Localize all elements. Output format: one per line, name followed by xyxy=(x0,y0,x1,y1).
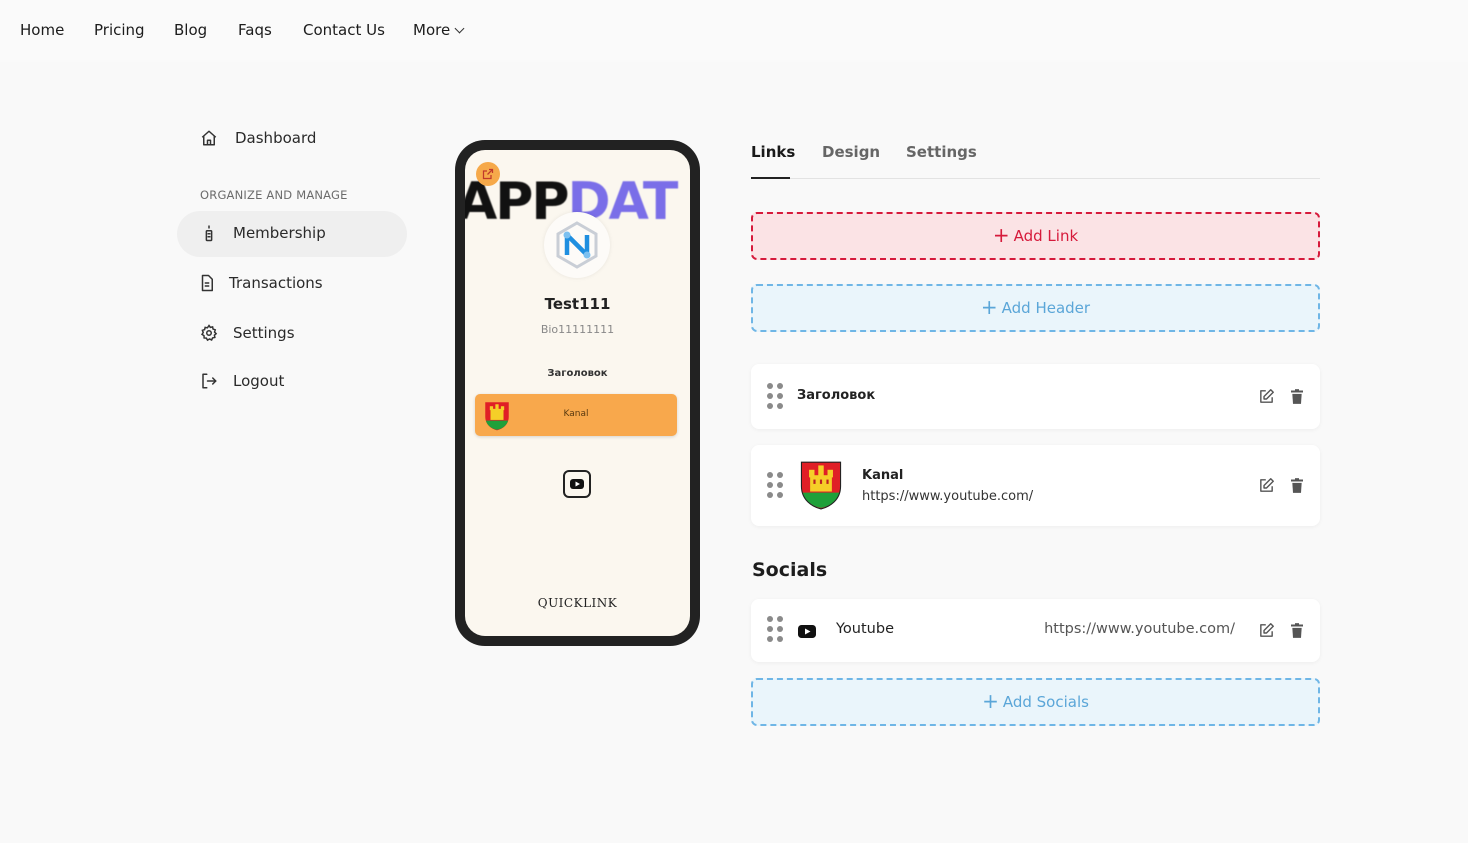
logout-icon xyxy=(202,373,217,389)
nav-blog[interactable]: Blog xyxy=(174,21,207,39)
link-card: Kanal https://www.youtube.com/ xyxy=(751,445,1320,526)
preview-bio: Bio11111111 xyxy=(540,323,615,336)
preview-header: Заголовок xyxy=(547,368,608,379)
youtube-icon xyxy=(798,623,816,642)
sidebar-item-transactions[interactable]: Transactions xyxy=(198,274,323,292)
preview-youtube-icon[interactable] xyxy=(563,470,591,498)
preview-brand-logo: QUICKLINK xyxy=(537,596,618,610)
membership-icon xyxy=(205,225,213,242)
avatar xyxy=(544,212,610,278)
trash-icon[interactable] xyxy=(1287,475,1307,495)
trash-icon[interactable] xyxy=(1287,620,1307,640)
top-nav: Home Pricing Blog Faqs Contact Us More xyxy=(0,0,1468,62)
document-icon xyxy=(201,274,213,292)
sidebar-item-label: Transactions xyxy=(229,274,323,292)
add-socials-label: Add Socials xyxy=(1002,693,1089,711)
socials-title: Socials xyxy=(752,559,828,581)
plus-icon: + xyxy=(992,223,1010,247)
chevron-down-icon xyxy=(454,23,465,34)
sidebar-item-label: Membership xyxy=(233,224,326,242)
social-name: Youtube xyxy=(836,621,894,637)
add-header-label: Add Header xyxy=(1001,299,1091,317)
edit-icon[interactable] xyxy=(1256,620,1276,640)
phone-screen: APPDAT Test111 Bio11111111 Заголовок Kan… xyxy=(465,150,690,636)
sidebar-item-label: Dashboard xyxy=(235,129,317,147)
tab-links[interactable]: Links xyxy=(751,143,795,161)
add-header-button[interactable]: + Add Header xyxy=(751,284,1320,332)
nav-faqs[interactable]: Faqs xyxy=(238,21,272,39)
preview-link-button[interactable]: Kanal xyxy=(475,394,677,436)
tab-active-indicator xyxy=(751,177,790,179)
sidebar-item-settings[interactable]: Settings xyxy=(200,324,295,342)
sidebar-item-label: Settings xyxy=(233,324,295,342)
nav-more-label: More xyxy=(413,21,451,39)
add-link-label: Add Link xyxy=(1013,227,1079,245)
social-url: https://www.youtube.com/ xyxy=(1044,621,1235,637)
phone-preview: APPDAT Test111 Bio11111111 Заголовок Kan… xyxy=(455,140,700,646)
share-icon[interactable] xyxy=(476,162,500,186)
add-link-button[interactable]: + Add Link xyxy=(751,212,1320,260)
sidebar-item-label: Logout xyxy=(233,372,285,390)
nav-contact-us[interactable]: Contact Us xyxy=(303,21,385,39)
coat-of-arms-icon xyxy=(799,460,843,514)
gear-icon xyxy=(200,324,218,342)
sidebar-item-logout[interactable]: Logout xyxy=(200,372,284,390)
nav-home[interactable]: Home xyxy=(20,21,64,39)
tab-settings[interactable]: Settings xyxy=(906,143,977,161)
plus-icon: + xyxy=(980,295,998,319)
link-url: https://www.youtube.com/ xyxy=(862,489,1034,504)
tab-design[interactable]: Design xyxy=(822,143,880,161)
drag-handle-icon[interactable] xyxy=(767,383,783,409)
preview-name: Test111 xyxy=(544,295,611,313)
home-icon xyxy=(201,130,217,146)
edit-icon[interactable] xyxy=(1256,475,1276,495)
add-socials-button[interactable]: + Add Socials xyxy=(751,678,1320,726)
preview-link-label: Kanal xyxy=(563,409,589,419)
link-title: Kanal xyxy=(862,468,904,483)
trash-icon[interactable] xyxy=(1287,386,1307,406)
tab-divider xyxy=(751,178,1320,179)
drag-handle-icon[interactable] xyxy=(767,616,783,642)
sidebar-section-label: ORGANIZE AND MANAGE xyxy=(200,188,348,202)
sidebar-item-membership[interactable]: Membership xyxy=(200,224,326,242)
drag-handle-icon[interactable] xyxy=(767,472,783,498)
sidebar-item-dashboard[interactable]: Dashboard xyxy=(200,129,316,147)
nav-pricing[interactable]: Pricing xyxy=(94,21,145,39)
plus-icon: + xyxy=(982,689,999,713)
header-title: Заголовок xyxy=(797,388,876,403)
edit-icon[interactable] xyxy=(1256,386,1276,406)
social-card: Youtube https://www.youtube.com/ xyxy=(751,599,1320,662)
header-card: Заголовок xyxy=(751,364,1320,429)
nav-more[interactable]: More xyxy=(413,21,465,39)
